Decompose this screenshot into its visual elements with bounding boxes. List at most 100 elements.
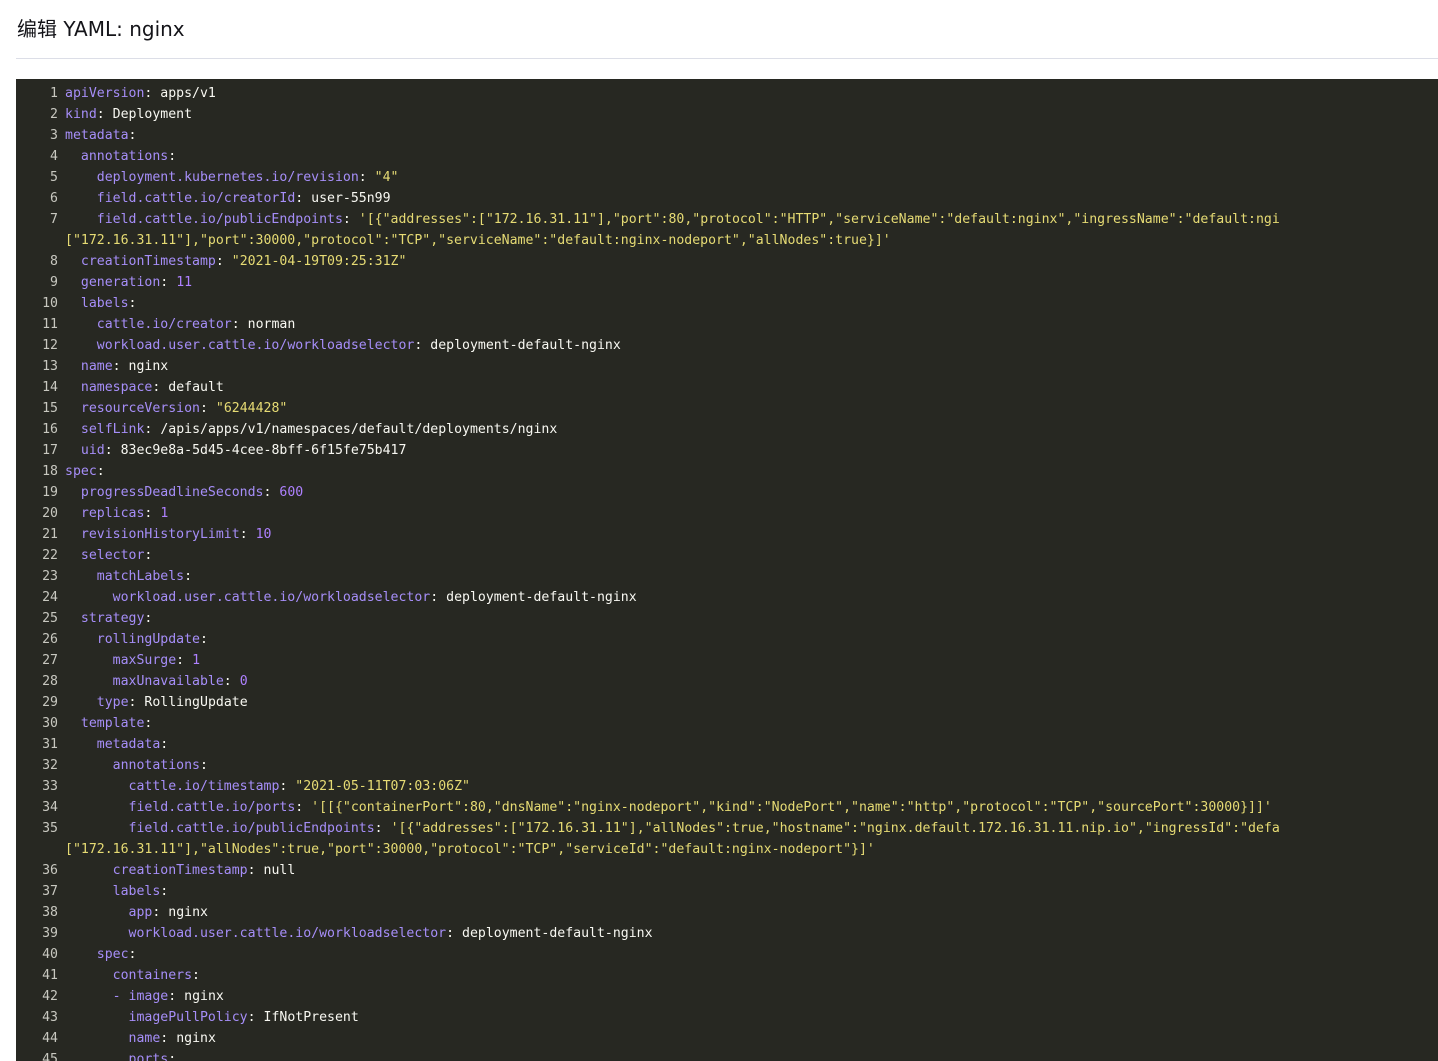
code-text: progressDeadlineSeconds: 600 xyxy=(65,482,303,503)
code-line[interactable]: 24 workload.user.cattle.io/workloadselec… xyxy=(16,587,1438,608)
code-line[interactable]: 41 containers: xyxy=(16,965,1438,986)
code-line[interactable]: 35 field.cattle.io/publicEndpoints: '[{"… xyxy=(16,818,1438,839)
code-line[interactable]: 40 spec: xyxy=(16,944,1438,965)
yaml-key: template xyxy=(80,716,145,731)
yaml-separator: : xyxy=(144,548,153,563)
line-number: 30 xyxy=(42,716,58,731)
code-line[interactable]: 25 strategy: xyxy=(16,608,1438,629)
code-line[interactable]: 37 labels: xyxy=(16,881,1438,902)
line-number: 36 xyxy=(42,863,58,878)
code-line[interactable]: 3 metadata: xyxy=(16,125,1438,146)
yaml-value: ["172.16.31.11"],"allNodes":true,"port":… xyxy=(65,842,875,857)
code-line[interactable]: 42 - image: nginx xyxy=(16,986,1438,1007)
yaml-separator: : xyxy=(128,695,145,710)
code-text: generation: 11 xyxy=(65,272,192,293)
code-line[interactable]: 18 spec: xyxy=(16,461,1438,482)
code-line[interactable]: 20 replicas: 1 xyxy=(16,503,1438,524)
yaml-value: Deployment xyxy=(112,107,193,122)
yaml-key: annotations xyxy=(112,758,200,773)
code-line[interactable]: 9 generation: 11 xyxy=(16,272,1438,293)
yaml-separator: : xyxy=(160,737,169,752)
yaml-key: field.cattle.io/publicEndpoints xyxy=(96,212,343,227)
code-line[interactable]: 19 progressDeadlineSeconds: 600 xyxy=(16,482,1438,503)
code-line[interactable]: 8 creationTimestamp: "2021-04-19T09:25:3… xyxy=(16,251,1438,272)
code-line[interactable]: 27 maxSurge: 1 xyxy=(16,650,1438,671)
yaml-key: matchLabels xyxy=(96,569,185,584)
yaml-separator: : xyxy=(144,422,161,437)
yaml-separator: : xyxy=(104,443,121,458)
code-line[interactable]: 6 field.cattle.io/creatorId: user-55n99 xyxy=(16,188,1438,209)
code-line[interactable]: 32 annotations: xyxy=(16,755,1438,776)
code-line[interactable]: 2 kind: Deployment xyxy=(16,104,1438,125)
yaml-separator: : xyxy=(168,989,185,1004)
code-line[interactable]: 14 namespace: default xyxy=(16,377,1438,398)
code-line[interactable]: 7 field.cattle.io/publicEndpoints: '[{"a… xyxy=(16,209,1438,230)
code-line[interactable]: 13 name: nginx xyxy=(16,356,1438,377)
yaml-value: apps/v1 xyxy=(160,86,216,101)
code-line[interactable]: 16 selfLink: /apis/apps/v1/namespaces/de… xyxy=(16,419,1438,440)
code-line[interactable]: 38 app: nginx xyxy=(16,902,1438,923)
yaml-separator: : xyxy=(160,1031,177,1046)
yaml-key: metadata xyxy=(96,737,161,752)
header-divider xyxy=(16,58,1438,59)
code-line-wrapped[interactable]: ["172.16.31.11"],"allNodes":true,"port":… xyxy=(16,839,1438,860)
yaml-editor[interactable]: 1 apiVersion: apps/v1 2 kind: Deployment 3 me… xyxy=(16,79,1438,1061)
yaml-separator: : xyxy=(152,380,169,395)
line-number: 37 xyxy=(42,884,58,899)
code-line[interactable]: 12 workload.user.cattle.io/workloadselec… xyxy=(16,335,1438,356)
line-number: 27 xyxy=(42,653,58,668)
code-lines[interactable]: 1 apiVersion: apps/v1 2 kind: Deployment 3 me… xyxy=(16,83,1438,1061)
code-text: resourceVersion: "6244428" xyxy=(65,398,287,419)
code-line[interactable]: 45 ports: xyxy=(16,1049,1438,1061)
code-line[interactable]: 39 workload.user.cattle.io/workloadselec… xyxy=(16,923,1438,944)
code-line[interactable]: 15 resourceVersion: "6244428" xyxy=(16,398,1438,419)
code-line[interactable]: 10 labels: xyxy=(16,293,1438,314)
code-line[interactable]: 43 imagePullPolicy: IfNotPresent xyxy=(16,1007,1438,1028)
yaml-value: null xyxy=(263,863,296,878)
code-line[interactable]: 21 revisionHistoryLimit: 10 xyxy=(16,524,1438,545)
code-line[interactable]: 28 maxUnavailable: 0 xyxy=(16,671,1438,692)
yaml-value: nginx xyxy=(176,1031,216,1046)
yaml-key: apiVersion xyxy=(65,86,145,101)
line-number: 16 xyxy=(42,422,58,437)
code-line[interactable]: 44 name: nginx xyxy=(16,1028,1438,1049)
code-line[interactable]: 17 uid: 83ec9e8a-5d45-4cee-8bff-6f15fe75… xyxy=(16,440,1438,461)
yaml-value: deployment-default-nginx xyxy=(430,338,621,353)
code-line[interactable]: 30 template: xyxy=(16,713,1438,734)
code-text: apiVersion: apps/v1 xyxy=(65,83,216,104)
code-line[interactable]: 29 type: RollingUpdate xyxy=(16,692,1438,713)
line-number: 29 xyxy=(42,695,58,710)
yaml-key: workload.user.cattle.io/workloadselector xyxy=(128,926,447,941)
code-line[interactable]: 22 selector: xyxy=(16,545,1438,566)
yaml-separator: : xyxy=(144,86,161,101)
code-text: deployment.kubernetes.io/revision: "4" xyxy=(65,167,399,188)
yaml-key: resourceVersion xyxy=(80,401,200,416)
code-line[interactable]: 5 deployment.kubernetes.io/revision: "4" xyxy=(16,167,1438,188)
yaml-key: cattle.io/creator xyxy=(96,317,232,332)
yaml-value: '[{"addresses":["172.16.31.11"],"allNode… xyxy=(390,821,1280,836)
yaml-key: app xyxy=(128,905,153,920)
code-line[interactable]: 23 matchLabels: xyxy=(16,566,1438,587)
code-text: cattle.io/timestamp: "2021-05-11T07:03:0… xyxy=(65,776,470,797)
yaml-key: labels xyxy=(112,884,161,899)
code-line[interactable]: 36 creationTimestamp: null xyxy=(16,860,1438,881)
code-line[interactable]: 33 cattle.io/timestamp: "2021-05-11T07:0… xyxy=(16,776,1438,797)
yaml-key: rollingUpdate xyxy=(96,632,200,647)
line-number: 42 xyxy=(42,989,58,1004)
yaml-value: "2021-05-11T07:03:06Z" xyxy=(295,779,470,794)
code-line-wrapped[interactable]: ["172.16.31.11"],"port":30000,"protocol"… xyxy=(16,230,1438,251)
yaml-value: '[{"addresses":["172.16.31.11"],"port":8… xyxy=(358,212,1280,227)
line-number: 28 xyxy=(42,674,58,689)
code-line[interactable]: 11 cattle.io/creator: norman xyxy=(16,314,1438,335)
yaml-value: 11 xyxy=(176,275,193,290)
code-text: metadata: xyxy=(65,734,168,755)
code-line[interactable]: 26 rollingUpdate: xyxy=(16,629,1438,650)
code-text: workload.user.cattle.io/workloadselector… xyxy=(65,587,637,608)
yaml-value: "4" xyxy=(374,170,399,185)
yaml-value: default xyxy=(168,380,224,395)
code-line[interactable]: 1 apiVersion: apps/v1 xyxy=(16,83,1438,104)
code-line[interactable]: 31 metadata: xyxy=(16,734,1438,755)
code-line[interactable]: 34 field.cattle.io/ports: '[[{"container… xyxy=(16,797,1438,818)
code-text: annotations: xyxy=(65,146,176,167)
code-line[interactable]: 4 annotations: xyxy=(16,146,1438,167)
